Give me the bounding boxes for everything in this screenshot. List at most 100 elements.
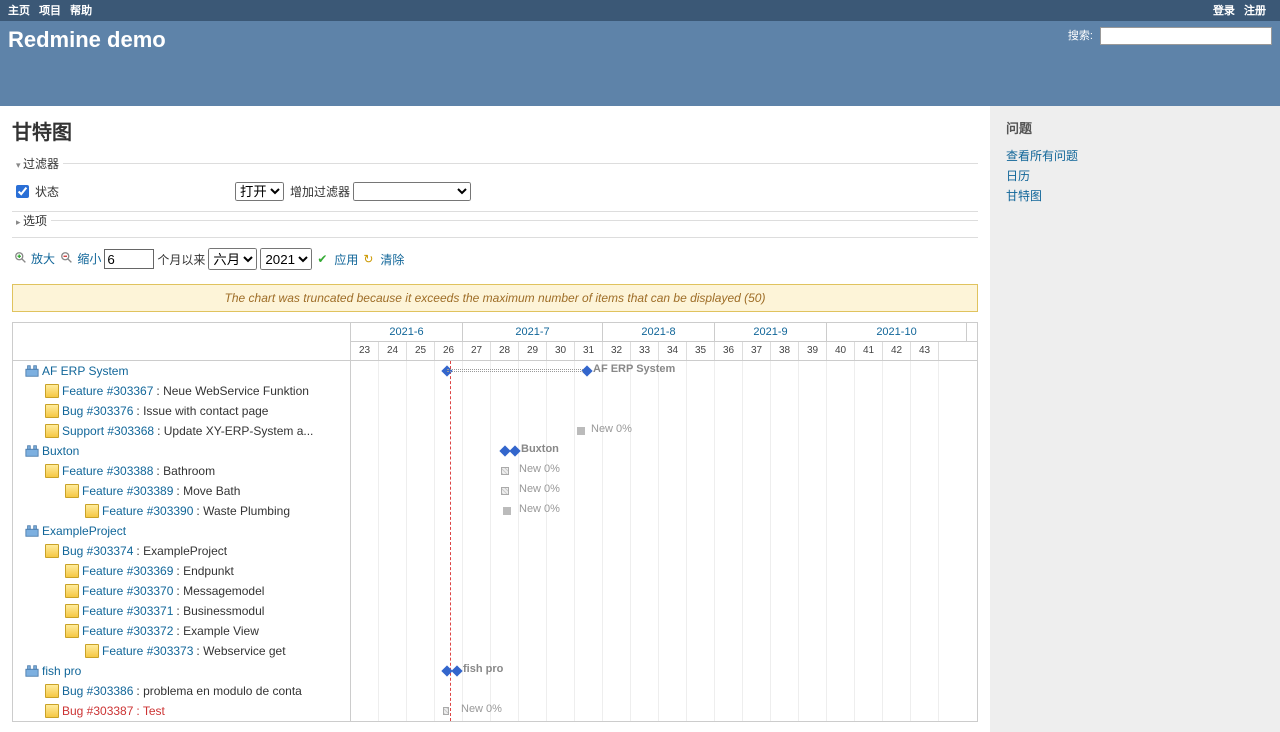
sidebar-link-gantt[interactable]: 甘特图: [1006, 187, 1264, 204]
issue-link[interactable]: Feature #303390: [102, 504, 193, 518]
issue-link[interactable]: Feature #303388: [62, 464, 153, 478]
zoom-in-link[interactable]: 放大: [14, 250, 55, 267]
issue-title: : Update XY-ERP-System a...: [157, 424, 313, 438]
issue-link[interactable]: Feature #303369: [82, 564, 173, 578]
issue-link[interactable]: Bug #303374: [62, 544, 133, 558]
task-marker: [503, 507, 511, 515]
gantt-issue-row: Feature #303367: Neue WebService Funktio…: [13, 381, 350, 401]
task-marker: [577, 427, 585, 435]
gantt-chart-row: fish pro: [351, 661, 977, 681]
project-link[interactable]: Buxton: [42, 444, 79, 458]
nav-login[interactable]: 登录: [1213, 5, 1235, 17]
top-menu: 主页 项目 帮助 登录 注册: [0, 0, 1280, 21]
gantt-chart-row: [351, 561, 977, 581]
issue-title: : Bathroom: [156, 464, 215, 478]
gantt-week-header: 41: [855, 342, 883, 360]
options-legend[interactable]: 选项: [12, 212, 51, 229]
issue-icon: [65, 624, 79, 638]
gantt-project-row: fish pro: [13, 661, 350, 681]
issue-title: : Webservice get: [196, 644, 285, 658]
status-filter-operator[interactable]: 打开: [235, 182, 284, 201]
gantt-chart-row: [351, 381, 977, 401]
issue-link[interactable]: Bug #303386: [62, 684, 133, 698]
gantt-chart-row: [351, 601, 977, 621]
project-link[interactable]: ExampleProject: [42, 524, 126, 538]
status-filter-checkbox[interactable]: [16, 185, 29, 198]
issue-icon: [65, 604, 79, 618]
issue-link[interactable]: Feature #303370: [82, 584, 173, 598]
gantt-issue-row: Feature #303373: Webservice get: [13, 641, 350, 661]
gantt-subjects-column: AF ERP System Feature #303367: Neue WebSe…: [13, 323, 351, 721]
sidebar-link-calendar[interactable]: 日历: [1006, 167, 1264, 184]
gantt-chart-row: Buxton: [351, 441, 977, 461]
nav-projects[interactable]: 项目: [39, 5, 61, 17]
issue-link[interactable]: Feature #303373: [102, 644, 193, 658]
issue-icon: [45, 684, 59, 698]
issue-link[interactable]: Support #303368: [62, 424, 154, 438]
issue-link[interactable]: Feature #303371: [82, 604, 173, 618]
gantt-issue-row: Feature #303390: Waste Plumbing: [13, 501, 350, 521]
issue-title: : Example View: [176, 624, 258, 638]
quick-search: 搜索:: [1068, 27, 1272, 45]
project-link[interactable]: AF ERP System: [42, 364, 128, 378]
clear-link[interactable]: ↻ 清除: [363, 251, 404, 268]
month-select[interactable]: 六月: [208, 248, 257, 270]
project-icon: [25, 444, 39, 458]
gantt-chart-row: New 0%: [351, 701, 977, 721]
months-label: 个月以来: [157, 251, 205, 268]
search-input[interactable]: [1100, 27, 1272, 45]
nav-home[interactable]: 主页: [8, 5, 30, 17]
page-title: 甘特图: [12, 116, 978, 145]
apply-link[interactable]: ✔ 应用: [317, 251, 358, 268]
task-bar: [501, 467, 509, 475]
gantt-week-header: 39: [799, 342, 827, 360]
issue-title: : Test: [136, 704, 164, 718]
gantt-chart-row: AF ERP System: [351, 361, 977, 381]
gantt-chart-row: New 0%: [351, 461, 977, 481]
gantt-week-header: 36: [715, 342, 743, 360]
filters-fieldset: 过滤器 状态 打开 增加过滤器: [12, 155, 978, 212]
filters-legend[interactable]: 过滤器: [12, 155, 63, 172]
gantt-week-header: 42: [883, 342, 911, 360]
gantt-month-header: 2021-10: [827, 323, 967, 341]
gantt-chart-row: New 0%: [351, 481, 977, 501]
gantt-issue-row: Bug #303376: Issue with contact page: [13, 401, 350, 421]
zoom-out-link[interactable]: 缩小: [60, 250, 101, 267]
task-bar: [443, 707, 449, 715]
issue-link[interactable]: Feature #303389: [82, 484, 173, 498]
issue-icon: [65, 484, 79, 498]
gantt-chart: AF ERP SystemFeature #303367: Neue WebSe…: [12, 322, 978, 722]
issue-link[interactable]: Feature #303372: [82, 624, 173, 638]
add-filter-label: 增加过滤器: [290, 185, 350, 199]
gantt-week-header: 38: [771, 342, 799, 360]
issue-icon: [85, 504, 99, 518]
issue-title: : problema en modulo de conta: [136, 684, 301, 698]
year-select[interactable]: 2021: [260, 248, 312, 270]
issue-icon: [45, 704, 59, 718]
gantt-status-label: New 0%: [519, 483, 560, 495]
issue-icon: [45, 424, 59, 438]
nav-register[interactable]: 注册: [1244, 5, 1266, 17]
truncation-warning: The chart was truncated because it excee…: [12, 284, 978, 312]
issue-title: : Messagemodel: [176, 584, 264, 598]
issue-link[interactable]: Bug #303387: [62, 704, 133, 718]
gantt-issue-row: Feature #303369: Endpunkt: [13, 561, 350, 581]
sidebar-link-all-issues[interactable]: 查看所有问题: [1006, 147, 1264, 164]
gantt-chart-row: [351, 581, 977, 601]
gantt-timeline[interactable]: 2021-62021-72021-82021-92021-10 23242526…: [351, 323, 977, 721]
issue-link[interactable]: Bug #303376: [62, 404, 133, 418]
months-input[interactable]: [104, 249, 154, 269]
issue-title: : Waste Plumbing: [196, 504, 290, 518]
gantt-week-header: 28: [491, 342, 519, 360]
issue-title: : ExampleProject: [136, 544, 227, 558]
gantt-week-header: 37: [743, 342, 771, 360]
add-filter-select[interactable]: [353, 182, 471, 201]
project-link[interactable]: fish pro: [42, 664, 81, 678]
nav-help[interactable]: 帮助: [70, 5, 92, 17]
gantt-issue-row: Support #303368: Update XY-ERP-System a.…: [13, 421, 350, 441]
issue-title: : Move Bath: [176, 484, 240, 498]
issue-link[interactable]: Feature #303367: [62, 384, 153, 398]
gantt-chart-row: New 0%: [351, 501, 977, 521]
gantt-week-header: 25: [407, 342, 435, 360]
gantt-chart-row: [351, 641, 977, 661]
